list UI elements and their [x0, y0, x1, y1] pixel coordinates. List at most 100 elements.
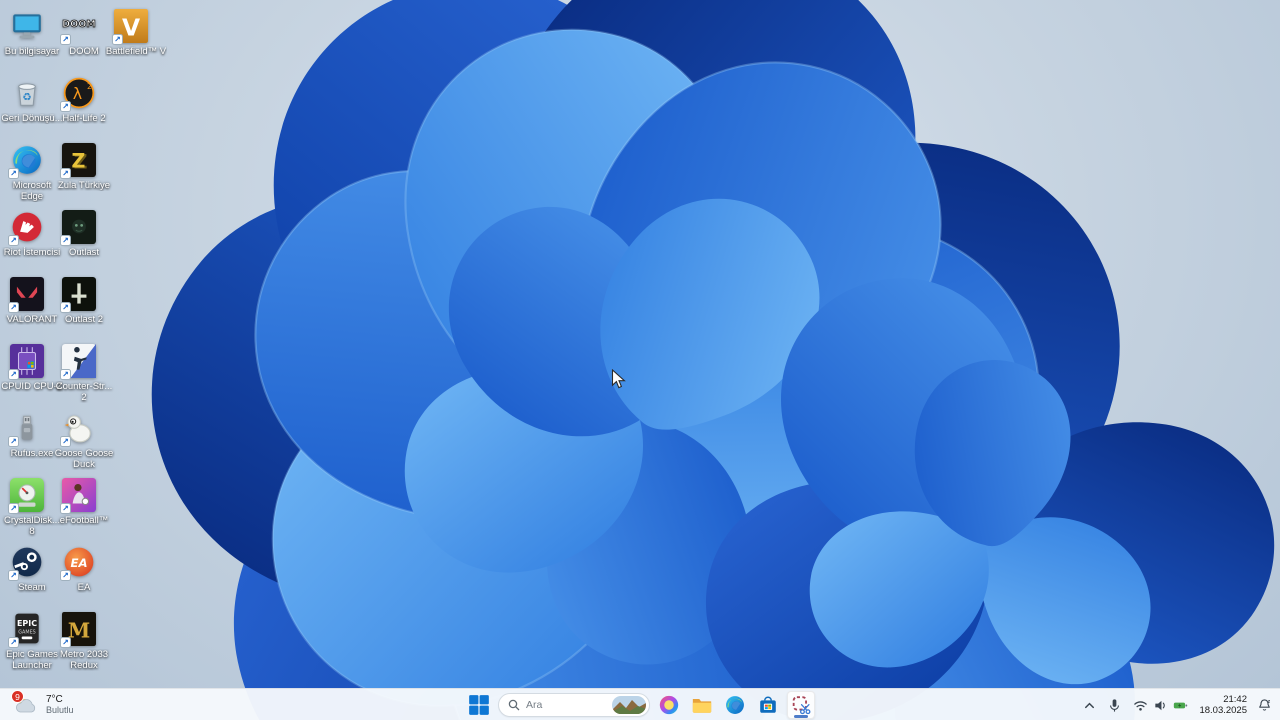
svg-text:z: z	[1268, 699, 1271, 705]
shortcut-arrow-badge: ↗	[8, 436, 19, 447]
recycle-bin-icon: ♻	[10, 76, 44, 110]
desktop-icon-label: eFootball™	[59, 515, 109, 526]
hidden-icons-button[interactable]	[1078, 691, 1101, 719]
crystaldiskmark-icon: ↗	[8, 478, 44, 514]
desktop-icon-crystaldisk-8[interactable]: ↗ CrystalDisk... 8	[1, 478, 60, 537]
desktop-icon-label: Zula Türkiye	[57, 180, 111, 191]
cpu-z-icon: ↗	[8, 344, 44, 380]
shortcut-arrow-badge: ↗	[60, 436, 71, 447]
desktop-icon-label: Outlast 2	[64, 314, 104, 325]
file-explorer-icon	[691, 694, 713, 716]
shortcut-arrow-badge: ↗	[8, 302, 19, 313]
widgets-weather-button[interactable]: 9 7°C Bulutlu	[4, 689, 84, 720]
clock-time: 21:42	[1223, 694, 1247, 705]
half-life-2-icon: λ 2 ↗	[60, 76, 96, 112]
search-icon	[508, 699, 520, 711]
outlast-icon: ↗	[60, 210, 96, 246]
desktop-icon-half-life-2[interactable]: λ 2 ↗ Half-Life 2	[53, 76, 106, 124]
desktop-icon-cpuid-cpu-z[interactable]: ↗ CPUID CPU-Z	[1, 344, 63, 392]
taskbar: 9 7°C Bulutlu Ara 21:42 18.03.2025 z	[0, 688, 1280, 720]
desktop-icon-counter-str-2[interactable]: ↗ Counter-Str... 2	[53, 344, 112, 403]
desktop-icon-epic-games-launcher[interactable]: EPIC GAMES ↗ Epic Games Launcher	[1, 612, 58, 671]
edge-icon	[724, 694, 746, 716]
svg-text:M: M	[68, 619, 90, 643]
outlast-2-icon: ↗	[60, 277, 96, 313]
desktop-icon-zula-t-rkiye[interactable]: Z Z ↗ Zula Türkiye	[53, 143, 110, 191]
microphone-icon	[1107, 698, 1122, 713]
svg-text:V: V	[122, 14, 140, 42]
desktop-icon-metro-2033-redux[interactable]: M ↗ Metro 2033 Redux	[53, 612, 108, 671]
shortcut-arrow-badge: ↗	[8, 503, 19, 514]
riot-client-icon: ↗	[8, 210, 44, 246]
desktop-icon-bu-bilgisayar[interactable]: Bu bilgisayar	[1, 9, 59, 57]
zula-icon: Z Z ↗	[60, 143, 96, 179]
shortcut-arrow-badge: ↗	[60, 369, 71, 380]
bing-daily-image-thumbnail	[612, 695, 646, 714]
start-button[interactable]	[465, 691, 493, 719]
desktop-icon-doom[interactable]: DOOM ↗ DOOM	[53, 9, 105, 57]
desktop-icon-outlast[interactable]: ↗ Outlast	[53, 210, 105, 258]
desktop-surface[interactable]: Bu bilgisayar DOOM ↗ DOOM V ↗ Battlefield™ V ♻ G…	[0, 0, 1280, 720]
rufus-usb-icon: ↗	[8, 411, 44, 447]
efootball-icon: ↗	[60, 478, 96, 514]
shortcut-arrow-badge: ↗	[60, 503, 71, 514]
epic-games-icon: EPIC GAMES ↗	[8, 612, 44, 648]
shortcut-arrow-badge: ↗	[60, 637, 71, 648]
shortcut-arrow-badge: ↗	[60, 235, 71, 246]
shortcut-arrow-badge: ↗	[8, 235, 19, 246]
svg-text:2: 2	[87, 82, 92, 91]
desktop-icon-label: EA	[77, 582, 91, 593]
svg-text:Z: Z	[72, 149, 86, 172]
desktop-icon-microsoft-edge[interactable]: ↗ Microsoft Edge	[1, 143, 53, 202]
search-placeholder: Ara	[526, 698, 543, 711]
shortcut-arrow-badge: ↗	[8, 369, 19, 380]
widget-notification-badge: 9	[11, 690, 24, 703]
snipping-tool-taskbar-button[interactable]	[787, 690, 815, 719]
desktop-icon-battlefield-v[interactable]: V ↗ Battlefield™ V	[105, 9, 166, 57]
battery-icon	[1173, 698, 1188, 713]
desktop-icon-efootball[interactable]: ↗ eFootball™	[53, 478, 108, 526]
bell-dnd-icon: z	[1257, 698, 1272, 713]
svg-text:GAMES: GAMES	[18, 629, 36, 635]
search-input[interactable]: Ara	[498, 692, 650, 717]
desktop-icon-rufus-exe[interactable]: ↗ Rufus.exe	[1, 411, 53, 459]
desktop-icon-ea[interactable]: EA ↗ EA	[53, 545, 105, 593]
svg-text:EA: EA	[70, 556, 87, 570]
edge-icon: ↗	[8, 143, 44, 179]
desktop-icon-label: Metro 2033 Redux	[59, 649, 109, 671]
desktop-icon-label: Goose Goose Duck	[54, 448, 114, 470]
desktop-icon-label: Counter-Str... 2	[55, 381, 113, 403]
microphone-tray-button[interactable]	[1103, 691, 1126, 719]
shortcut-arrow-badge: ↗	[8, 570, 19, 581]
shortcut-arrow-badge: ↗	[8, 637, 19, 648]
shortcut-arrow-badge: ↗	[60, 570, 71, 581]
battlefield-v-icon: V ↗	[112, 9, 148, 45]
microsoft-store-taskbar-button[interactable]	[754, 691, 782, 719]
this-pc-icon	[10, 9, 44, 43]
edge-taskbar-button[interactable]	[721, 691, 749, 719]
network-volume-battery-button[interactable]	[1128, 691, 1193, 719]
shortcut-arrow-badge: ↗	[112, 34, 123, 45]
file-explorer-taskbar-button[interactable]	[688, 691, 716, 719]
desktop-icon-goose-goose-duck[interactable]: ↗ Goose Goose Duck	[53, 411, 113, 470]
snipping-tool-icon	[790, 694, 812, 716]
desktop-icon-label: Outlast	[68, 247, 100, 258]
desktop-icon-riot-i-stemcisi[interactable]: ↗ Riot İstemcisi	[1, 210, 60, 258]
steam-icon: ↗	[8, 545, 44, 581]
active-app-indicator	[794, 714, 808, 718]
clock[interactable]: 21:42 18.03.2025	[1195, 694, 1251, 716]
desktop-icon-label: Battlefield™ V	[105, 46, 167, 57]
windows-start-icon	[468, 694, 490, 716]
desktop-icon-label: Half-Life 2	[62, 113, 106, 124]
shortcut-arrow-badge: ↗	[60, 168, 71, 179]
notification-center-button[interactable]: z	[1253, 691, 1276, 719]
desktop-icon-valorant[interactable]: ↗ VALORANT	[1, 277, 57, 325]
counter-strike-icon: ↗	[60, 344, 96, 380]
desktop-icon-outlast-2[interactable]: ↗ Outlast 2	[53, 277, 105, 325]
weather-condition: Bulutlu	[46, 705, 74, 715]
desktop-icon-geri-d-n[interactable]: ♻ Geri Dönüşü...	[1, 76, 63, 124]
doom-logo-icon: DOOM ↗	[60, 9, 96, 45]
copilot-icon	[658, 694, 680, 716]
desktop-icon-steam[interactable]: ↗ Steam	[1, 545, 53, 593]
copilot-taskbar-button[interactable]	[655, 691, 683, 719]
